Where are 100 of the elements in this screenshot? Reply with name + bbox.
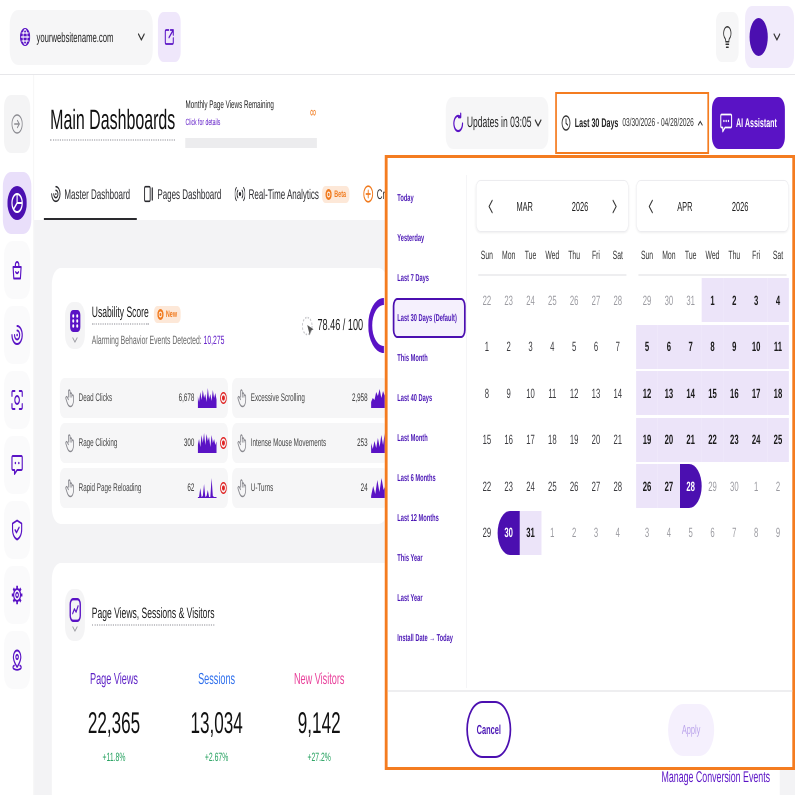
sidebar-item[interactable] <box>4 241 30 299</box>
calendar-day[interactable]: 7 <box>680 324 702 368</box>
calendar-day[interactable]: 25 <box>767 418 789 462</box>
details-link[interactable]: Click for details <box>186 116 220 128</box>
calendar-day[interactable]: 15 <box>702 371 724 415</box>
calendar-day[interactable]: 3 <box>520 324 542 368</box>
calendar-day[interactable]: 10 <box>520 371 542 415</box>
calendar-day[interactable]: 15 <box>476 418 498 462</box>
ai-assistant-button[interactable]: AI Assistant <box>712 96 785 148</box>
sidebar-item[interactable] <box>4 371 30 429</box>
calendar-day[interactable]: 26 <box>563 464 586 508</box>
calendar-day[interactable]: 23 <box>498 464 520 508</box>
calendar-day[interactable]: 16 <box>498 418 520 462</box>
open-site-button[interactable] <box>158 12 181 62</box>
chevron-left-icon[interactable] <box>648 198 653 214</box>
calendar-day[interactable]: 17 <box>745 371 768 415</box>
calendar-day[interactable]: 8 <box>476 371 498 415</box>
calendar-day[interactable]: 5 <box>563 324 586 368</box>
preset-option[interactable]: Last 6 Months <box>392 458 466 498</box>
arrow-right-circle-icon[interactable] <box>11 114 23 134</box>
preset-option[interactable]: This Year <box>392 538 466 578</box>
expand-sidebar-button[interactable] <box>4 95 30 153</box>
calendar-day[interactable]: 30 <box>498 510 520 554</box>
chevron-left-icon[interactable] <box>488 198 493 214</box>
calendar-day[interactable]: 8 <box>702 324 724 368</box>
calendar-day[interactable]: 2 <box>723 278 746 322</box>
sidebar-item[interactable] <box>4 631 30 689</box>
tab[interactable]: Real-Time Analytics Beta <box>228 170 356 220</box>
calendar-day[interactable]: 23 <box>723 418 746 462</box>
calendar-day[interactable]: 11 <box>767 324 789 368</box>
calendar-day[interactable]: 2 <box>498 324 520 368</box>
calendar-day[interactable]: 27 <box>658 464 680 508</box>
account-menu-button[interactable] <box>745 6 794 68</box>
calendar-day[interactable]: 17 <box>520 418 542 462</box>
calendar-day[interactable]: 24 <box>745 418 768 462</box>
chevron-right-icon[interactable] <box>612 198 618 214</box>
calendar-day[interactable]: 19 <box>563 418 586 462</box>
preset-option[interactable]: Last 30 Days (Default) <box>392 298 466 338</box>
site-selector[interactable]: yourwebsitename.com <box>10 10 153 64</box>
calendar-day[interactable]: 26 <box>636 464 658 508</box>
calendar-day[interactable]: 11 <box>541 371 564 415</box>
tips-button[interactable] <box>716 12 739 62</box>
preset-option[interactable]: Last Year <box>392 578 466 618</box>
preset-option[interactable]: Last Month <box>392 418 466 458</box>
calendar-day[interactable]: 4 <box>541 324 564 368</box>
calendar-day[interactable]: 22 <box>702 418 724 462</box>
calendar-day[interactable]: 9 <box>498 371 520 415</box>
calendar-day[interactable]: 18 <box>541 418 564 462</box>
calendar-day[interactable]: 13 <box>585 371 607 415</box>
calendar-day[interactable]: 13 <box>658 371 680 415</box>
calendar-day[interactable]: 10 <box>745 324 768 368</box>
month-label[interactable]: MAR <box>516 198 533 214</box>
calendar-day[interactable]: 28 <box>680 464 702 508</box>
calendar-day[interactable]: 28 <box>606 464 629 508</box>
sidebar-item[interactable] <box>2 172 32 234</box>
calendar-day[interactable]: 1 <box>702 278 724 322</box>
calendar-day[interactable]: 12 <box>636 371 658 415</box>
sidebar-item[interactable] <box>4 566 30 624</box>
calendar-day[interactable]: 3 <box>745 278 768 322</box>
month-label[interactable]: APR <box>677 198 692 214</box>
preset-option[interactable]: Last 12 Months <box>392 498 466 538</box>
calendar-day[interactable]: 24 <box>520 464 542 508</box>
calendar-day[interactable]: 6 <box>658 324 680 368</box>
calendar-day[interactable]: 31 <box>520 510 542 554</box>
calendar-day[interactable]: 18 <box>767 371 789 415</box>
calendar-day[interactable]: 25 <box>541 464 564 508</box>
calendar-day[interactable]: 7 <box>606 324 629 368</box>
tab[interactable]: Pages Dashboard <box>136 170 228 220</box>
cancel-button[interactable]: Cancel <box>466 701 512 758</box>
calendar-day[interactable]: 20 <box>585 418 607 462</box>
calendar-day[interactable]: 9 <box>723 324 746 368</box>
calendar-day[interactable]: 1 <box>476 324 498 368</box>
calendar-day[interactable]: 5 <box>636 324 658 368</box>
preset-option[interactable]: Last 7 Days <box>392 258 466 298</box>
calendar-day[interactable]: 12 <box>563 371 586 415</box>
calendar-day[interactable]: 29 <box>476 510 498 554</box>
calendar-day[interactable]: 19 <box>636 418 658 462</box>
manage-events-link[interactable]: Manage Conversion Events <box>662 770 770 786</box>
calendar-day[interactable]: 16 <box>723 371 746 415</box>
card-toggle[interactable] <box>64 302 85 349</box>
year-label[interactable]: 2026 <box>732 198 748 214</box>
calendar-day[interactable]: 4 <box>767 278 789 322</box>
year-label[interactable]: 2026 <box>572 198 588 214</box>
preset-option[interactable]: This Month <box>392 338 466 378</box>
calendar-day[interactable]: 14 <box>680 371 702 415</box>
calendar-day[interactable]: 22 <box>476 464 498 508</box>
calendar-day[interactable]: 20 <box>658 418 680 462</box>
date-range-button[interactable]: Last 30 Days 03/30/2026 - 04/28/2026 <box>555 92 710 154</box>
calendar-day[interactable]: 27 <box>585 464 607 508</box>
card-toggle[interactable] <box>64 589 85 641</box>
calendar-day[interactable]: 14 <box>606 371 629 415</box>
sidebar-item[interactable] <box>4 436 30 494</box>
updates-dropdown[interactable]: Updates in 03:05 <box>446 96 549 148</box>
calendar-day[interactable]: 21 <box>680 418 702 462</box>
calendar-day[interactable]: 21 <box>606 418 629 462</box>
sidebar-item[interactable] <box>4 501 30 559</box>
tab[interactable]: Cr <box>356 170 386 220</box>
preset-option[interactable]: Today <box>392 178 466 218</box>
preset-option[interactable]: Install Date → Today <box>392 618 466 658</box>
preset-option[interactable]: Yesterday <box>392 218 466 258</box>
